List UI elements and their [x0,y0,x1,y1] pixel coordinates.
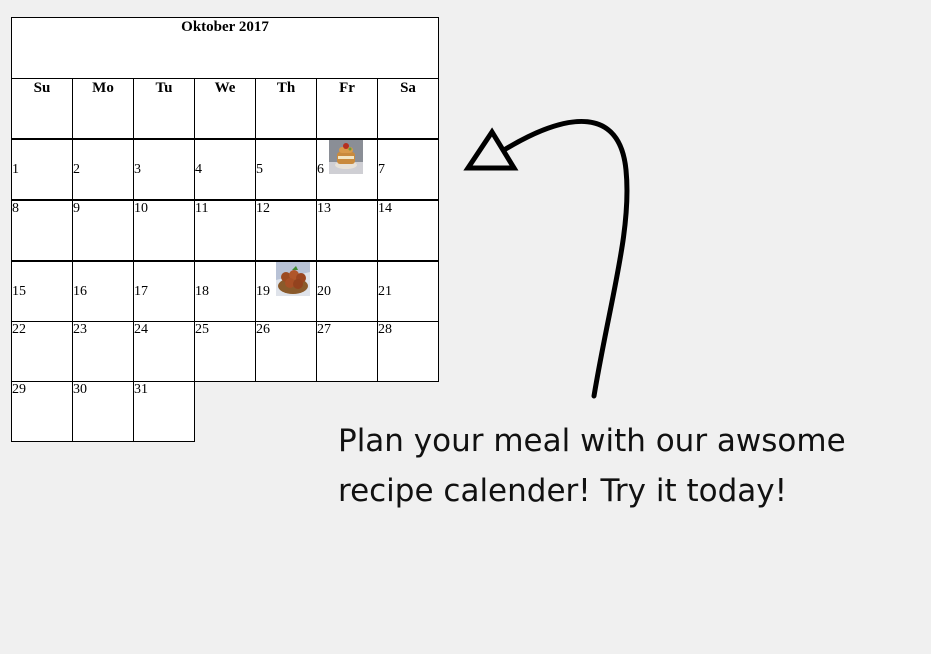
day-number: 8 [12,201,19,216]
day-number: 5 [256,162,263,177]
weekday-label: Fr [339,80,355,96]
day-cell[interactable]: 21 [377,261,439,322]
day-number: 18 [195,284,209,299]
promo-line-1: Plan your meal with our awsome [338,423,846,459]
day-cell[interactable]: 22 [11,321,73,382]
day-number: 23 [73,322,87,337]
day-cell[interactable]: 2 [72,139,134,200]
day-cell[interactable]: 24 [133,321,195,382]
calendar-title: Oktober 2017 [11,17,439,79]
day-number: 1 [12,162,19,177]
day-number: 19 [256,284,270,299]
day-number: 21 [378,284,392,299]
day-number: 6 [317,162,324,177]
curved-arrow-icon [463,119,630,399]
day-cell[interactable]: 5 [255,139,317,200]
day-cell[interactable]: 20 [316,261,378,322]
day-number: 3 [134,162,141,177]
day-cell[interactable]: 4 [194,139,256,200]
day-cell[interactable]: 12 [255,200,317,261]
weekday-header-sa: Sa [377,78,439,139]
day-cell[interactable]: 13 [316,200,378,261]
day-number: 24 [134,322,148,337]
day-number: 14 [378,201,392,216]
day-number: 22 [12,322,26,337]
day-number: 30 [73,382,87,397]
day-number: 12 [256,201,270,216]
day-number: 16 [73,284,87,299]
day-number: 27 [317,322,331,337]
day-cell[interactable]: 18 [194,261,256,322]
day-cell[interactable]: 30 [72,381,134,442]
day-cell[interactable]: 28 [377,321,439,382]
day-cell[interactable]: 1 [11,139,73,200]
day-cell[interactable]: 26 [255,321,317,382]
weekday-header-su: Su [11,78,73,139]
weekday-label: Th [276,80,296,96]
day-number: 9 [73,201,80,216]
day-cell[interactable]: 10 [133,200,195,261]
day-number: 25 [195,322,209,337]
day-cell[interactable]: 3 [133,139,195,200]
weekday-header-tu: Tu [133,78,195,139]
day-number: 15 [12,284,26,299]
calendar: Oktober 2017 Su Mo Tu We Th Fr Sa 1 2 3 … [11,17,439,442]
weekday-header-fr: Fr [316,78,378,139]
promo-message: Plan your meal with our awsome recipe ca… [338,416,898,516]
day-cell[interactable]: 29 [11,381,73,442]
day-cell[interactable]: 11 [194,200,256,261]
day-number: 7 [378,162,385,177]
day-number: 2 [73,162,80,177]
day-cell[interactable]: 14 [377,200,439,261]
day-number: 28 [378,322,392,337]
weekday-label: Su [33,80,51,96]
day-cell[interactable]: 15 [11,261,73,322]
day-number: 26 [256,322,270,337]
day-cell[interactable]: 25 [194,321,256,382]
weekday-label: Mo [92,80,114,96]
day-number: 13 [317,201,331,216]
day-cell[interactable]: 23 [72,321,134,382]
day-cell[interactable]: 16 [72,261,134,322]
weekday-label: Sa [400,80,416,96]
day-cell[interactable]: 27 [316,321,378,382]
day-number: 11 [195,201,209,216]
day-number: 10 [134,201,148,216]
day-cell[interactable]: 9 [72,200,134,261]
day-cell[interactable]: 8 [11,200,73,261]
day-cell-recipe[interactable]: 19 [255,261,317,322]
day-number: 20 [317,284,331,299]
day-cell[interactable]: 7 [377,139,439,200]
day-number: 4 [195,162,202,177]
day-number: 29 [12,382,26,397]
dessert-photo-icon[interactable] [329,140,363,174]
day-number: 17 [134,284,148,299]
weekday-header-we: We [194,78,256,139]
day-cell[interactable]: 17 [133,261,195,322]
day-cell-recipe[interactable]: 6 [316,139,378,200]
day-number: 31 [134,382,148,397]
promo-line-2: recipe calender! Try it today! [338,473,788,509]
weekday-header-mo: Mo [72,78,134,139]
weekday-label: Tu [155,80,173,96]
weekday-label: We [214,80,236,96]
weekday-header-th: Th [255,78,317,139]
day-cell[interactable]: 31 [133,381,195,442]
calendar-title-text: Oktober 2017 [181,19,269,35]
meatball-photo-icon[interactable] [276,262,310,296]
